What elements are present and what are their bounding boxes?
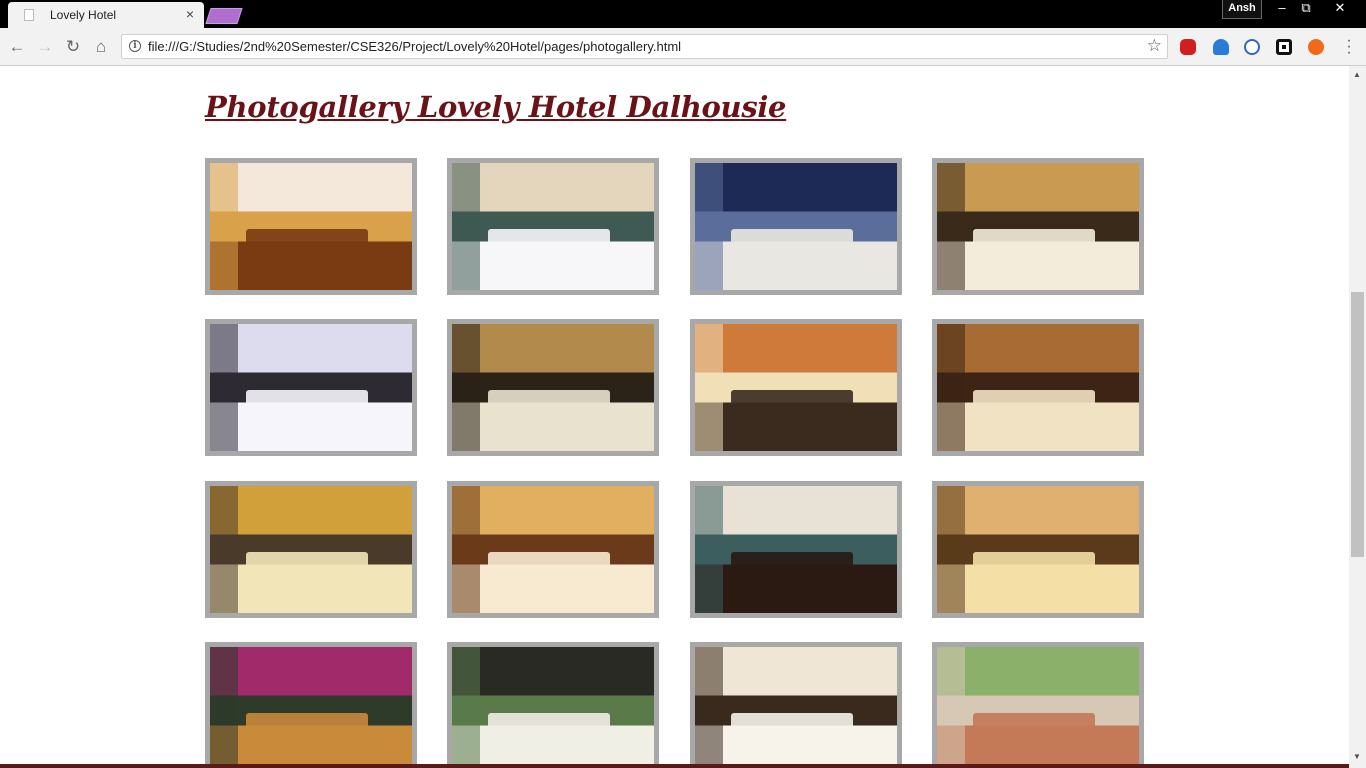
scroll-up-arrow-icon[interactable]: ▲ — [1353, 70, 1361, 79]
gallery-item[interactable] — [447, 158, 659, 295]
page-icon — [24, 9, 34, 21]
close-tab-icon[interactable]: × — [186, 6, 194, 22]
photo-detail-shape — [937, 324, 966, 451]
url-text[interactable]: file:///G:/Studies/2nd%20Semester/CSE326… — [148, 39, 681, 54]
sync-icon[interactable] — [1244, 39, 1260, 55]
bookmark-star-icon[interactable]: ☆ — [1147, 36, 1162, 56]
photo-detail-shape — [731, 713, 853, 752]
gallery-item[interactable] — [690, 319, 902, 456]
photo-bedroom-6[interactable] — [937, 324, 1139, 451]
browser-toolbar: ← → ↻ ⌂ i file:///G:/Studies/2nd%20Semes… — [0, 28, 1366, 66]
photo-detail-shape — [488, 229, 610, 268]
new-tab-button[interactable] — [205, 8, 243, 24]
photo-bedroom-12[interactable] — [695, 647, 897, 768]
profile-button[interactable]: Ansh — [1222, 0, 1262, 19]
photo-detail-shape — [695, 163, 724, 290]
photo-detail-shape — [731, 229, 853, 268]
browser-menu-icon[interactable]: · · · — [1346, 33, 1352, 61]
forward-button[interactable]: → — [34, 36, 56, 58]
photo-detail-shape — [210, 486, 239, 613]
address-bar[interactable]: i file:///G:/Studies/2nd%20Semester/CSE3… — [121, 34, 1168, 59]
footer-divider — [0, 764, 1349, 768]
photo-detail-shape — [452, 486, 481, 613]
photo-detail-shape — [731, 390, 853, 429]
photo-bedroom-3[interactable] — [937, 163, 1139, 290]
vertical-scrollbar[interactable]: ▲ ▼ — [1349, 66, 1366, 768]
gallery-item[interactable] — [932, 319, 1144, 456]
gallery-item[interactable] — [932, 481, 1144, 618]
home-button[interactable]: ⌂ — [90, 36, 112, 58]
browser-title-bar: Lovely Hotel × Ansh – ⧉ ✕ — [0, 0, 1366, 28]
browser-tab[interactable]: Lovely Hotel × — [8, 2, 204, 28]
photo-bedroom-2[interactable] — [452, 163, 654, 290]
reload-button[interactable]: ↻ — [62, 36, 84, 58]
photo-bedroom-1[interactable] — [210, 163, 412, 290]
photo-detail-shape — [937, 486, 966, 613]
photo-detail-shape — [246, 390, 368, 429]
photo-detail-shape — [695, 486, 724, 613]
gallery-item[interactable] — [690, 158, 902, 295]
back-button[interactable]: ← — [6, 36, 28, 58]
photo-bedroom-4[interactable] — [210, 324, 412, 451]
gallery-item[interactable] — [205, 481, 417, 618]
scroll-down-arrow-icon[interactable]: ▼ — [1353, 752, 1361, 761]
gallery-item[interactable] — [690, 642, 902, 768]
photo-detail-shape — [695, 647, 724, 768]
gallery-item[interactable] — [447, 481, 659, 618]
photo-detail-shape — [210, 647, 239, 768]
photo-detail-shape — [452, 163, 481, 290]
photo-detail-shape — [210, 324, 239, 451]
photo-detail-shape — [210, 163, 239, 290]
photo-balcony-night[interactable] — [695, 163, 897, 290]
gallery-item[interactable] — [690, 481, 902, 618]
restore-button[interactable]: ⧉ — [1292, 0, 1320, 18]
photo-detail-shape — [452, 647, 481, 768]
photo-detail-shape — [488, 713, 610, 752]
photo-detail-shape — [246, 552, 368, 591]
gallery-item[interactable] — [932, 158, 1144, 295]
photo-detail-shape — [452, 324, 481, 451]
photo-bedroom-5[interactable] — [452, 324, 654, 451]
photo-restaurant[interactable] — [695, 324, 897, 451]
gallery-item[interactable] — [447, 319, 659, 456]
square-extension-icon[interactable] — [1276, 39, 1292, 55]
adblock-icon[interactable] — [1180, 39, 1196, 55]
info-icon[interactable]: i — [129, 40, 141, 52]
photo-detail-shape — [488, 552, 610, 591]
photo-detail-shape — [973, 713, 1095, 752]
tab-title: Lovely Hotel — [50, 8, 117, 22]
gallery-item[interactable] — [447, 642, 659, 768]
photo-bedroom-10[interactable] — [937, 486, 1139, 613]
photo-detail-shape — [695, 324, 724, 451]
fire-extension-icon[interactable] — [1308, 39, 1324, 55]
gallery-item[interactable] — [932, 642, 1144, 768]
gallery-item[interactable] — [205, 319, 417, 456]
photo-bedroom-11[interactable] — [452, 647, 654, 768]
close-window-button[interactable]: ✕ — [1326, 0, 1354, 18]
photo-detail-shape — [731, 552, 853, 591]
gallery-item[interactable] — [205, 158, 417, 295]
photo-garden-terrace[interactable] — [937, 647, 1139, 768]
gallery-item[interactable] — [205, 642, 417, 768]
page-title: Photogallery Lovely Hotel Dalhousie — [205, 90, 787, 124]
photo-detail-shape — [973, 390, 1095, 429]
photo-bedroom-7[interactable] — [210, 486, 412, 613]
photo-detail-shape — [488, 390, 610, 429]
photo-detail-shape — [937, 163, 966, 290]
photo-bedroom-8[interactable] — [452, 486, 654, 613]
photo-bedroom-9[interactable] — [695, 486, 897, 613]
photo-detail-shape — [973, 552, 1095, 591]
photo-reception[interactable] — [210, 647, 412, 768]
scroll-thumb[interactable] — [1351, 292, 1364, 557]
ghostery-icon[interactable] — [1213, 39, 1229, 55]
photo-detail-shape — [937, 647, 966, 768]
photo-detail-shape — [246, 713, 368, 752]
page-viewport: Photogallery Lovely Hotel Dalhousie ▲ ▼ — [0, 66, 1366, 768]
photo-detail-shape — [246, 229, 368, 268]
photo-detail-shape — [973, 229, 1095, 268]
